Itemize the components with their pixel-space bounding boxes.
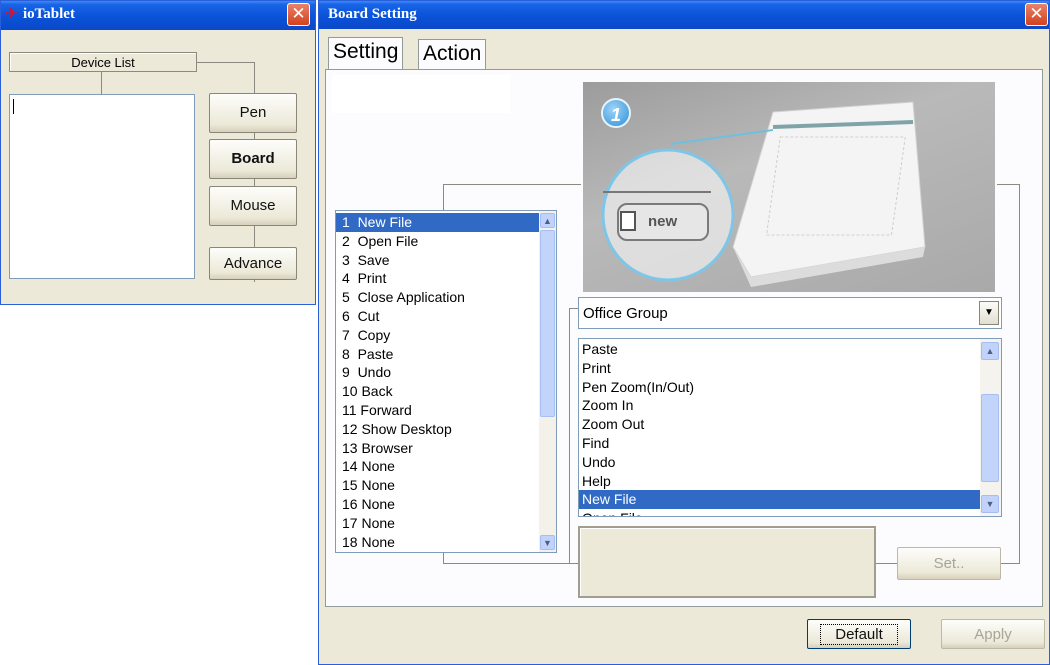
- command-list-item[interactable]: Undo: [579, 453, 980, 472]
- group-frame-line: [443, 184, 444, 210]
- key-list-item[interactable]: 10 Back: [336, 382, 539, 401]
- key-list-item[interactable]: 9 Undo: [336, 363, 539, 382]
- command-list-item[interactable]: Zoom Out: [579, 415, 980, 434]
- key-list-item[interactable]: 6 Cut: [336, 307, 539, 326]
- key-list-item[interactable]: 17 None: [336, 514, 539, 533]
- key-list-item[interactable]: 2 Open File: [336, 232, 539, 251]
- command-list-items: Paste Print Pen Zoom(In/Out) Zoom In Zoom Ou…: [579, 339, 1001, 516]
- key-list-item[interactable]: 14 None: [336, 457, 539, 476]
- apply-button[interactable]: Apply: [941, 619, 1045, 649]
- key-list-item[interactable]: 8 Paste: [336, 345, 539, 364]
- key-list-item[interactable]: 15 None: [336, 476, 539, 495]
- command-list-item[interactable]: New File: [579, 490, 980, 510]
- key-list[interactable]: 1 New File 2 Open File 3 Save 4 Print 5 Clos…: [335, 210, 557, 553]
- key-list-item[interactable]: 16 None: [336, 495, 539, 514]
- close-icon: ✕: [1029, 4, 1044, 24]
- iotablet-app-icon: ✈: [4, 4, 19, 24]
- key-list-item[interactable]: 4 Print: [336, 269, 539, 288]
- group-frame-line: [569, 308, 570, 563]
- tablet-illustration: [601, 101, 926, 287]
- document-icon: [620, 211, 636, 231]
- key-list-scrollbar[interactable]: ▲ ▼: [539, 211, 556, 552]
- connector-line: [101, 72, 102, 94]
- group-frame-line: [1001, 563, 1019, 564]
- key-list-item[interactable]: 3 Save: [336, 251, 539, 270]
- group-select-value: Office Group: [583, 305, 668, 322]
- key-list-item[interactable]: 5 Close Application: [336, 288, 539, 307]
- command-list-scrollbar[interactable]: ▲ ▼: [980, 339, 1001, 516]
- command-list-item[interactable]: Pen Zoom(In/Out): [579, 378, 980, 397]
- command-list-item[interactable]: Print: [579, 359, 980, 378]
- group-select[interactable]: Office Group ▼: [578, 297, 1002, 329]
- step-badge: 1: [601, 98, 631, 128]
- scroll-up-arrow-icon[interactable]: ▲: [540, 213, 555, 228]
- command-list-item[interactable]: Find: [579, 434, 980, 453]
- scroll-down-arrow-icon[interactable]: ▼: [540, 535, 555, 550]
- key-list-item[interactable]: 12 Show Desktop: [336, 420, 539, 439]
- key-list-item[interactable]: 11 Forward: [336, 401, 539, 420]
- tab-setting[interactable]: Setting: [328, 37, 404, 70]
- group-frame-line: [876, 563, 899, 564]
- group-frame-line: [997, 184, 1019, 185]
- pen-button[interactable]: Pen: [209, 93, 297, 133]
- group-frame-line: [443, 184, 581, 185]
- key-list-item[interactable]: 1 New File: [336, 213, 539, 232]
- connector-line: [197, 62, 255, 63]
- text-caret: [13, 99, 14, 114]
- tab-action[interactable]: Action: [418, 39, 487, 69]
- device-list-label: Device List: [71, 55, 135, 70]
- key-list-item[interactable]: 7 Copy: [336, 326, 539, 345]
- new-key-label: new: [648, 213, 678, 230]
- command-list-item[interactable]: Zoom In: [579, 396, 980, 415]
- advance-button[interactable]: Advance: [209, 247, 297, 280]
- group-frame-line: [443, 553, 444, 563]
- command-list-scroll-thumb[interactable]: [981, 394, 999, 482]
- name-field: [332, 75, 510, 113]
- key-list-items: 1 New File 2 Open File 3 Save 4 Print 5 Clos…: [336, 213, 556, 551]
- scroll-down-arrow-icon[interactable]: ▼: [981, 495, 999, 513]
- dropdown-arrow-icon[interactable]: ▼: [979, 301, 999, 325]
- default-button-label: Default: [820, 624, 898, 645]
- iotablet-window: ✈ ioTablet ✕ Device List Pen Board Mouse…: [0, 0, 316, 305]
- tablet-image: 1 new: [583, 82, 995, 292]
- command-list[interactable]: Paste Print Pen Zoom(In/Out) Zoom In Zoom Ou…: [578, 338, 1002, 517]
- board-setting-title: Board Setting: [328, 6, 417, 22]
- iotablet-close-button[interactable]: ✕: [287, 3, 310, 26]
- description-box: [578, 526, 876, 598]
- board-setting-close-button[interactable]: ✕: [1025, 3, 1048, 26]
- device-list-header: Device List: [9, 52, 197, 72]
- iotablet-title: ioTablet: [23, 6, 75, 22]
- group-frame-line: [443, 563, 579, 564]
- scroll-up-arrow-icon[interactable]: ▲: [981, 342, 999, 360]
- command-list-item[interactable]: Paste: [579, 340, 980, 359]
- key-list-item[interactable]: 13 Browser: [336, 439, 539, 458]
- iotablet-titlebar[interactable]: ✈ ioTablet ✕: [1, 1, 315, 30]
- command-list-item[interactable]: Help: [579, 472, 980, 491]
- mouse-button[interactable]: Mouse: [209, 186, 297, 226]
- close-icon: ✕: [291, 4, 306, 24]
- board-button[interactable]: Board: [209, 139, 297, 179]
- group-frame-line: [1019, 184, 1020, 564]
- device-list[interactable]: [9, 94, 195, 279]
- board-setting-titlebar[interactable]: Board Setting ✕: [319, 1, 1049, 29]
- default-button[interactable]: Default: [807, 619, 911, 649]
- key-list-scroll-thumb[interactable]: [540, 230, 555, 417]
- command-list-item[interactable]: Open File: [579, 509, 980, 516]
- step-badge-number: 1: [610, 105, 621, 125]
- set-button[interactable]: Set..: [897, 547, 1001, 580]
- key-list-item[interactable]: 18 None: [336, 533, 539, 552]
- board-setting-window: Board Setting ✕ Setting Action 1 new 1 N…: [318, 0, 1050, 665]
